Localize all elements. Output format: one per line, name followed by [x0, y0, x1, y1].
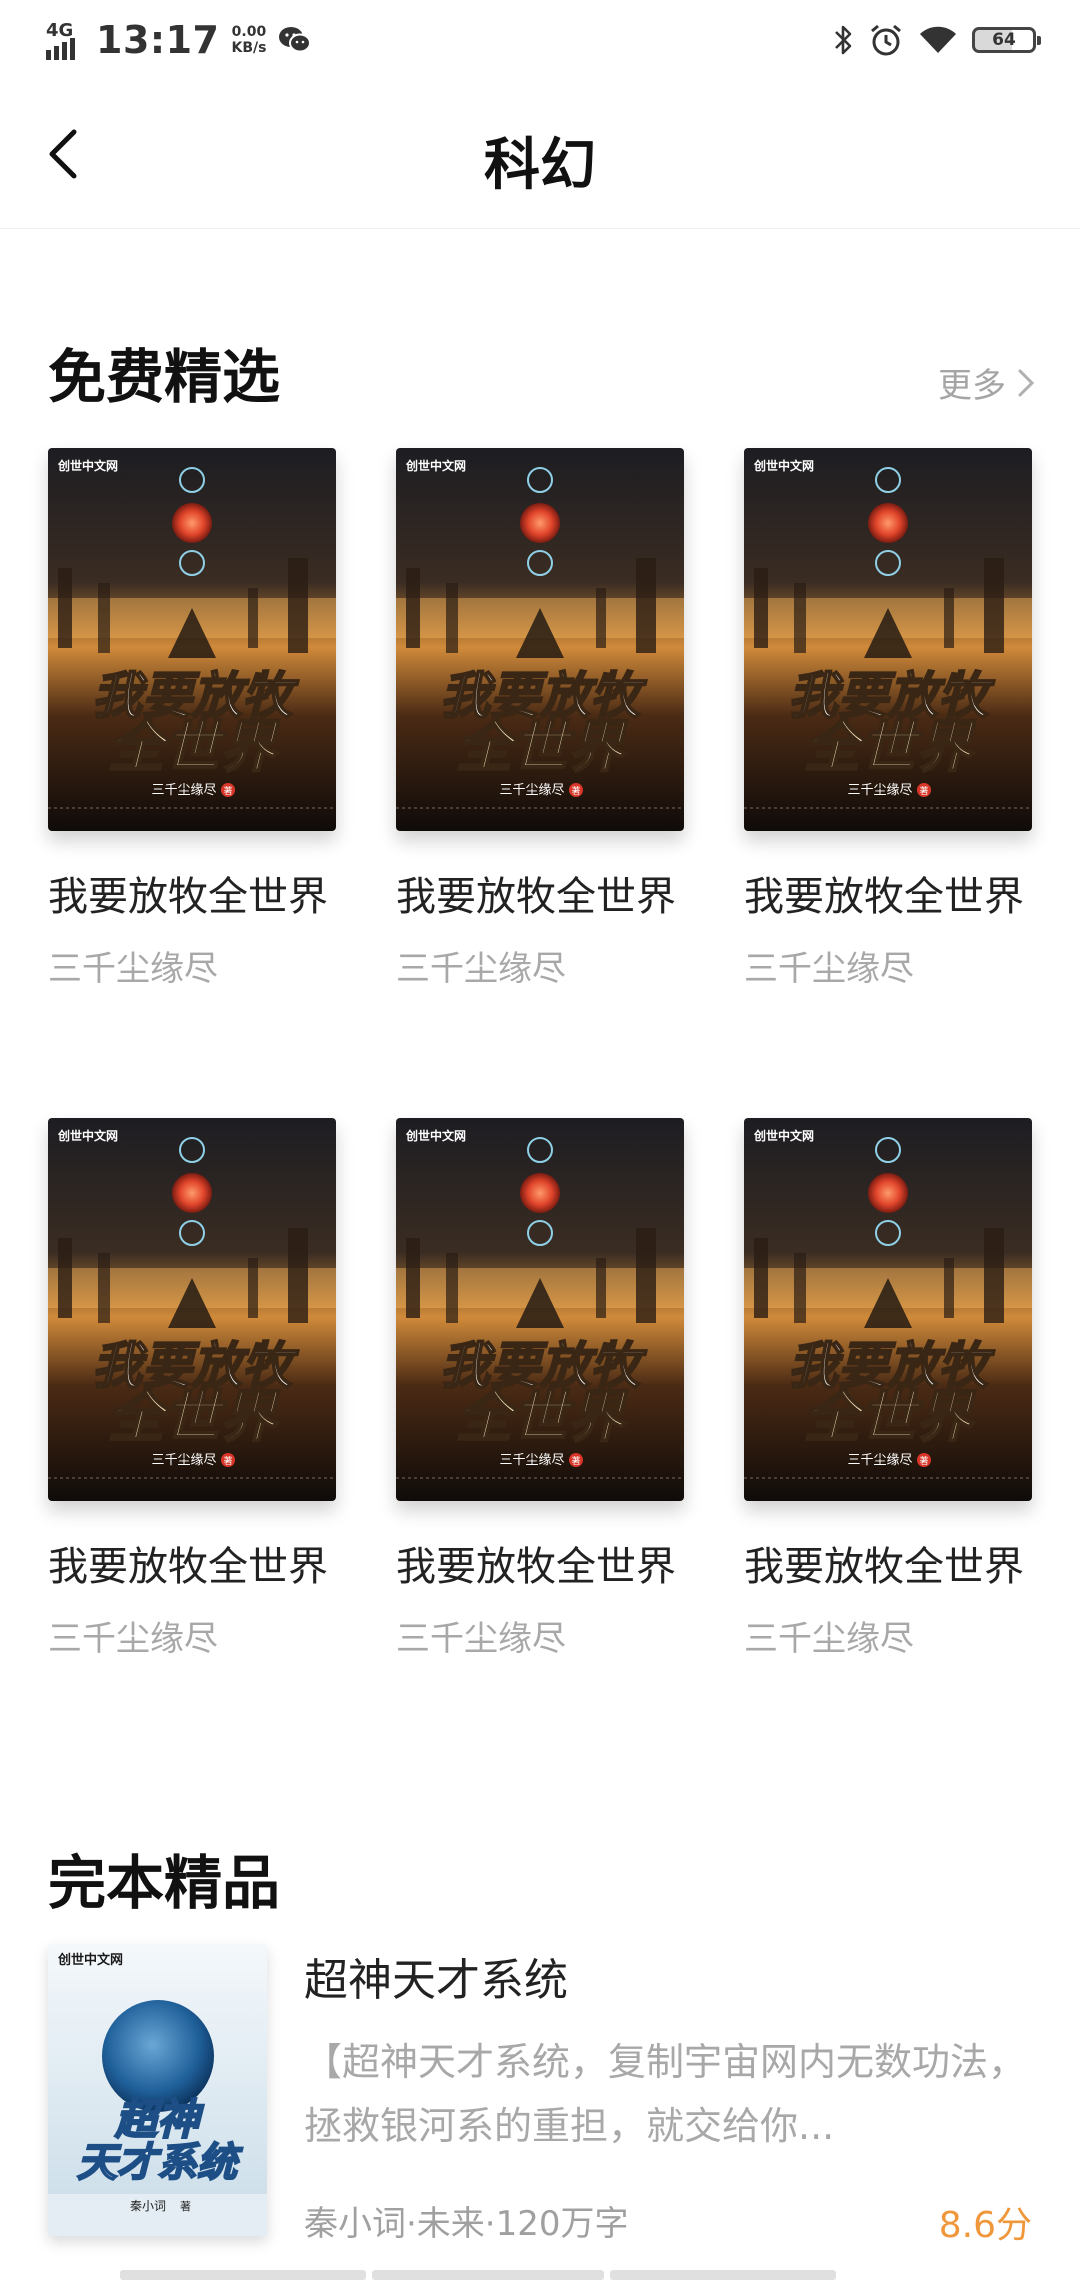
book-author: 三千尘缘尽	[744, 1619, 914, 1659]
list-item-score: 8.6分	[938, 2205, 1032, 2246]
book-title: 我要放牧全世界	[48, 1544, 328, 1590]
scroll-indicator	[120, 2270, 836, 2280]
book-cover[interactable]: 创世中文网 我要放牧 全世界 三千尘缘尽著	[744, 1118, 1032, 1501]
book-author: 三千尘缘尽	[48, 1619, 218, 1659]
more-link[interactable]: 更多	[938, 358, 1036, 407]
wifi-icon	[920, 26, 956, 53]
app-header: 科幻	[0, 82, 1080, 229]
book-cover[interactable]: 创世中文网 我要放牧 全世界 三千尘缘尽著	[396, 448, 684, 831]
book-title: 我要放牧全世界	[744, 1544, 1024, 1590]
cover-publisher: 创世中文网	[753, 458, 814, 473]
cover-publisher: 创世中文网	[57, 458, 118, 473]
book-card[interactable]: 创世中文网 我要放牧 全世界 三千尘缘尽著我要放牧全世界 三千尘缘尽	[744, 1118, 1032, 1660]
cover-title-line1: 超神	[114, 2095, 204, 2144]
cover-title-line2: 全世界	[456, 715, 628, 780]
cover-art: 创世中文网我要放牧全世界三千尘缘尽著	[396, 1118, 684, 1501]
cover-publisher: 创世中文网	[57, 1128, 118, 1143]
cover-publisher: 创世中文网	[753, 1128, 814, 1143]
cover-publisher: 创世中文网	[57, 1952, 123, 1968]
book-card[interactable]: 创世中文网 我要放牧 全世界 三千尘缘尽著我要放牧全世界 三千尘缘尽	[396, 1118, 684, 1660]
cover-art: 创世中文网我要放牧全世界三千尘缘尽著	[48, 1118, 336, 1501]
book-card[interactable]: 创世中文网 我要放牧 全世界 三千尘缘尽著我要放牧全世界 三千尘缘尽	[744, 448, 1032, 990]
status-time: 13:17	[96, 18, 220, 62]
cover-badge: 著	[223, 1455, 232, 1467]
cover-title-line2: 全世界	[804, 1385, 976, 1450]
list-item[interactable]: 创世中文网 超神 天才系统 秦小词 著 超神天才系统 【超神天才系统，复制宇宙网…	[48, 1944, 1032, 2246]
battery-icon: 64	[972, 27, 1041, 53]
cover-art: 创世中文网我要放牧全世界三千尘缘尽著	[744, 1118, 1032, 1501]
cover-author: 三千尘缘尽	[151, 783, 216, 798]
network-speed-unit: KB/s	[231, 40, 267, 56]
list-item-description: 【超神天才系统，复制宇宙网内无数功法，拯救银河系的重担，就交给你...	[304, 2040, 1027, 2148]
alarm-icon	[871, 24, 901, 56]
network-speed-value: 0.00	[231, 24, 267, 40]
wechat-icon	[279, 27, 312, 53]
cover-art: 创世中文网 超神 天才系统 秦小词 著	[48, 1944, 267, 2236]
book-author: 三千尘缘尽	[744, 949, 914, 989]
section-title-complete: 完本精品	[48, 1849, 281, 1917]
more-label: 更多	[938, 366, 1006, 406]
cover-title-line2: 全世界	[108, 1385, 280, 1450]
battery-level: 64	[992, 30, 1016, 50]
cover-author: 三千尘缘尽	[499, 1453, 564, 1468]
cover-art: 创世中文网我要放牧全世界三千尘缘尽著	[48, 448, 336, 831]
book-author: 三千尘缘尽	[396, 1619, 566, 1659]
list-item-meta: 秦小词·未来·120万字	[304, 2204, 629, 2244]
cover-title-line2: 天才系统	[77, 2140, 243, 2186]
book-card[interactable]: 创世中文网 我要放牧 全世界 三千尘缘尽著我要放牧全世界 三千尘缘尽	[396, 448, 684, 990]
cover-badge: 著	[180, 2199, 191, 2213]
cover-badge: 著	[571, 1455, 580, 1467]
cover-title-line2: 全世界	[456, 1385, 628, 1450]
cover-badge: 著	[571, 785, 580, 797]
chevron-right-icon	[1018, 369, 1035, 396]
book-card[interactable]: 创世中文网 我要放牧 全世界 三千尘缘尽著我要放牧全世界 三千尘缘尽	[48, 1118, 336, 1660]
cover-author: 三千尘缘尽	[151, 1453, 216, 1468]
cover-publisher: 创世中文网	[405, 458, 466, 473]
cover-badge: 著	[919, 785, 928, 797]
page-title: 科幻	[484, 132, 596, 198]
book-title: 我要放牧全世界	[396, 874, 676, 920]
cover-title-line2: 全世界	[804, 715, 976, 780]
book-cover[interactable]: 创世中文网 我要放牧 全世界 三千尘缘尽著	[48, 448, 336, 831]
status-bar: 4G 13:17 0.00 KB/s 64	[0, 0, 1080, 82]
cover-art: 创世中文网我要放牧全世界三千尘缘尽著	[744, 448, 1032, 831]
book-cover[interactable]: 创世中文网 我要放牧 全世界 三千尘缘尽著	[396, 1118, 684, 1501]
book-card[interactable]: 创世中文网 我要放牧 全世界 三千尘缘尽著我要放牧全世界 三千尘缘尽	[48, 448, 336, 990]
cover-title-line2: 全世界	[108, 715, 280, 780]
list-item-title: 超神天才系统	[304, 1955, 568, 2006]
cover-author: 三千尘缘尽	[499, 783, 564, 798]
network-speed: 0.00 KB/s	[231, 24, 266, 56]
cover-badge: 著	[919, 1455, 928, 1467]
cover-badge: 著	[223, 785, 232, 797]
cover-author: 秦小词	[130, 2199, 166, 2213]
book-author: 三千尘缘尽	[48, 949, 218, 989]
signal-icon: 4G	[46, 20, 84, 60]
book-cover[interactable]: 创世中文网 我要放牧 全世界 三千尘缘尽著	[744, 448, 1032, 831]
book-author: 三千尘缘尽	[396, 949, 566, 989]
book-title: 我要放牧全世界	[396, 1544, 676, 1590]
book-cover[interactable]: 创世中文网 超神 天才系统 秦小词 著	[48, 1944, 267, 2236]
cover-publisher: 创世中文网	[405, 1128, 466, 1143]
bluetooth-icon	[835, 25, 852, 55]
section-title-free: 免费精选	[48, 343, 281, 411]
book-cover[interactable]: 创世中文网 我要放牧 全世界 三千尘缘尽著	[48, 1118, 336, 1501]
book-title: 我要放牧全世界	[744, 874, 1024, 920]
book-title: 我要放牧全世界	[48, 874, 328, 920]
cover-author: 三千尘缘尽	[847, 783, 912, 798]
cover-art: 创世中文网我要放牧全世界三千尘缘尽著	[396, 448, 684, 831]
cover-author: 三千尘缘尽	[847, 1453, 912, 1468]
